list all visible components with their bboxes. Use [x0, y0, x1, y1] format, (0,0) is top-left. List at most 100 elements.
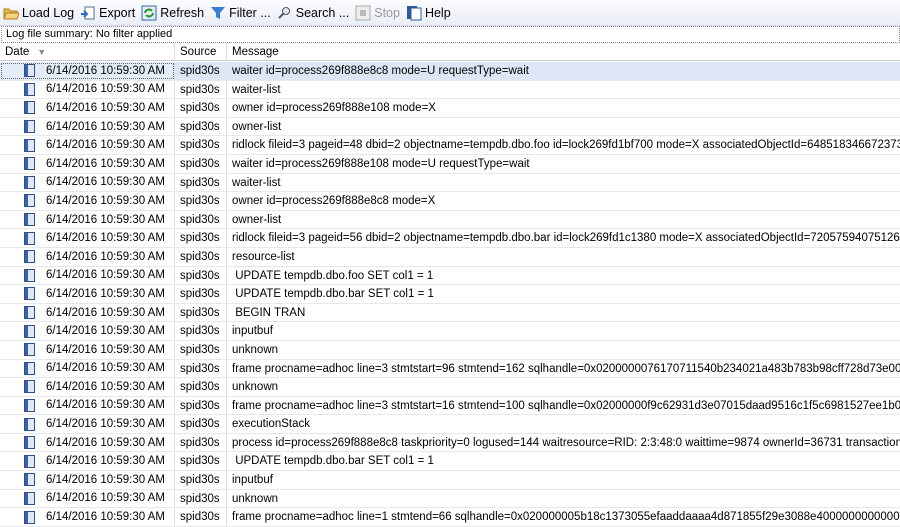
table-row[interactable]: 6/14/2016 10:59:30 AM spid30s ridlock file… [0, 136, 900, 155]
log-entry-icon [24, 138, 35, 152]
table-row[interactable]: 6/14/2016 10:59:30 AM spid30s unknown [0, 489, 900, 509]
date-text: 6/14/2016 10:59:30 AM [46, 362, 165, 375]
stop-button[interactable]: Stop [355, 5, 400, 21]
message-cell: inputbuf [232, 474, 273, 487]
date-text: 6/14/2016 10:59:30 AM [46, 399, 165, 412]
table-row[interactable]: 6/14/2016 10:59:30 AM spid30s owner-list [0, 210, 900, 230]
table-row[interactable]: 6/14/2016 10:59:30 AM spid30s waiter id=pr… [0, 62, 900, 81]
date-cell: 6/14/2016 10:59:30 AM [0, 303, 175, 322]
message-cell: UPDATE tempdb.dbo.bar SET col1 = 1 [232, 455, 434, 468]
date-cell: 6/14/2016 10:59:30 AM [0, 471, 175, 489]
date-cell: 6/14/2016 10:59:30 AM [0, 80, 175, 99]
date-text: 6/14/2016 10:59:30 AM [46, 325, 165, 338]
log-entry-icon [24, 324, 35, 338]
column-message[interactable]: Message [227, 43, 900, 60]
source-cell: spid30s [175, 117, 227, 136]
export-label: Export [99, 5, 136, 20]
message-cell: unknown [232, 492, 279, 505]
date-text: 6/14/2016 10:59:30 AM [46, 213, 165, 226]
date-text: 6/14/2016 10:59:30 AM [46, 194, 165, 207]
date-text: 6/14/2016 10:59:30 AM [46, 436, 165, 449]
source-cell: spid30s [175, 62, 227, 80]
message-cell: owner id=process269f888e8c8 mode=X [232, 195, 436, 208]
table-row[interactable]: 6/14/2016 10:59:30 AM spid30s UPDATE temp… [0, 266, 900, 286]
log-entry-icon [24, 250, 35, 264]
table-row[interactable]: 6/14/2016 10:59:30 AM spid30s owner id=pro… [0, 99, 900, 118]
refresh-button[interactable]: Refresh [141, 5, 204, 21]
table-row[interactable]: 6/14/2016 10:59:30 AM spid30s executionSta… [0, 415, 900, 434]
table-row[interactable]: 6/14/2016 10:59:30 AM spid30s BEGIN TRAN [0, 303, 900, 323]
table-row[interactable]: 6/14/2016 10:59:30 AM spid30s waiter-list [0, 173, 900, 193]
source-cell: spid30s [175, 285, 227, 303]
message-cell: frame procname=adhoc line=3 stmtstart=16… [232, 399, 900, 412]
date-cell: 6/14/2016 10:59:30 AM [0, 173, 175, 192]
table-row[interactable]: 6/14/2016 10:59:30 AM spid30s inputbuf [0, 471, 900, 490]
source-cell: spid30s [175, 266, 227, 285]
date-cell: 6/14/2016 10:59:30 AM [0, 229, 175, 247]
help-button[interactable]: Help [406, 5, 451, 21]
filter-button[interactable]: Filter ... [210, 5, 271, 21]
table-row[interactable]: 6/14/2016 10:59:30 AM spid30s process id=p… [0, 433, 900, 453]
table-row[interactable]: 6/14/2016 10:59:30 AM spid30s inputbuf [0, 322, 900, 341]
date-text: 6/14/2016 10:59:30 AM [46, 343, 165, 356]
table-row[interactable]: 6/14/2016 10:59:30 AM spid30s frame procna… [0, 508, 900, 527]
table-row[interactable]: 6/14/2016 10:59:30 AM spid30s frame procna… [0, 396, 900, 416]
log-entry-icon [24, 120, 35, 134]
export-button[interactable]: Export [80, 5, 135, 21]
source-cell: spid30s [175, 378, 227, 396]
date-text: 6/14/2016 10:59:30 AM [46, 250, 165, 263]
log-entry-icon [24, 194, 35, 208]
log-entry-icon [24, 268, 35, 282]
column-date[interactable]: Date ▼ [0, 43, 175, 60]
stop-icon [355, 5, 371, 21]
column-date-label: Date [5, 46, 30, 58]
message-cell: frame procname=adhoc line=3 stmtstart=96… [232, 362, 900, 375]
date-cell: 6/14/2016 10:59:30 AM [0, 378, 175, 396]
message-cell: owner-list [232, 120, 282, 133]
table-row[interactable]: 6/14/2016 10:59:30 AM spid30s ridlock file… [0, 229, 900, 248]
stop-label: Stop [374, 5, 400, 20]
source-cell: spid30s [175, 471, 227, 489]
log-entry-icon [24, 510, 35, 524]
table-row[interactable]: 6/14/2016 10:59:30 AM spid30s waiter id=pr… [0, 154, 900, 174]
log-entry-icon [24, 491, 35, 505]
table-row[interactable]: 6/14/2016 10:59:30 AM spid30s resource-lis… [0, 247, 900, 267]
search-button[interactable]: Search ... [277, 5, 349, 21]
date-text: 6/14/2016 10:59:30 AM [46, 511, 165, 524]
help-label: Help [424, 5, 451, 20]
log-entry-icon [24, 101, 35, 115]
date-cell: 6/14/2016 10:59:30 AM [0, 508, 175, 526]
table-row[interactable]: 6/14/2016 10:59:30 AM spid30s unknown [0, 378, 900, 397]
date-cell: 6/14/2016 10:59:30 AM [0, 247, 175, 266]
message-cell: process id=process269f888e8c8 taskpriori… [232, 436, 900, 449]
filter-icon [210, 5, 226, 21]
date-text: 6/14/2016 10:59:30 AM [46, 269, 165, 282]
message-cell: waiter-list [232, 83, 281, 96]
table-row[interactable]: 6/14/2016 10:59:30 AM spid30s owner id=pro… [0, 192, 900, 211]
message-cell: unknown [232, 343, 279, 356]
log-entry-icon [24, 417, 35, 431]
log-summary: Log file summary: No filter applied [1, 26, 900, 43]
log-entry-icon [24, 306, 35, 320]
source-cell: spid30s [175, 192, 227, 210]
log-entry-icon [24, 473, 35, 487]
date-text: 6/14/2016 10:59:30 AM [46, 232, 165, 245]
refresh-label: Refresh [160, 5, 205, 20]
table-row[interactable]: 6/14/2016 10:59:30 AM spid30s waiter-list [0, 80, 900, 100]
log-entry-icon [24, 287, 35, 301]
table-row[interactable]: 6/14/2016 10:59:30 AM spid30s UPDATE temp… [0, 285, 900, 304]
message-cell: inputbuf [232, 325, 273, 338]
table-row[interactable]: 6/14/2016 10:59:30 AM spid30s frame procna… [0, 359, 900, 379]
date-text: 6/14/2016 10:59:30 AM [46, 418, 165, 431]
date-cell: 6/14/2016 10:59:30 AM [0, 489, 175, 508]
toolbar: Load Log Export Refresh Filter ... Searc… [0, 0, 900, 26]
source-cell: spid30s [175, 303, 227, 322]
folder-open-icon [3, 5, 20, 21]
source-cell: spid30s [175, 99, 227, 117]
date-text: 6/14/2016 10:59:30 AM [46, 176, 165, 189]
table-row[interactable]: 6/14/2016 10:59:30 AM spid30s unknown [0, 340, 900, 360]
table-row[interactable]: 6/14/2016 10:59:30 AM spid30s owner-list [0, 117, 900, 137]
table-row[interactable]: 6/14/2016 10:59:30 AM spid30s UPDATE temp… [0, 452, 900, 472]
load-log-button[interactable]: Load Log [3, 5, 74, 21]
column-source[interactable]: Source [175, 43, 227, 60]
